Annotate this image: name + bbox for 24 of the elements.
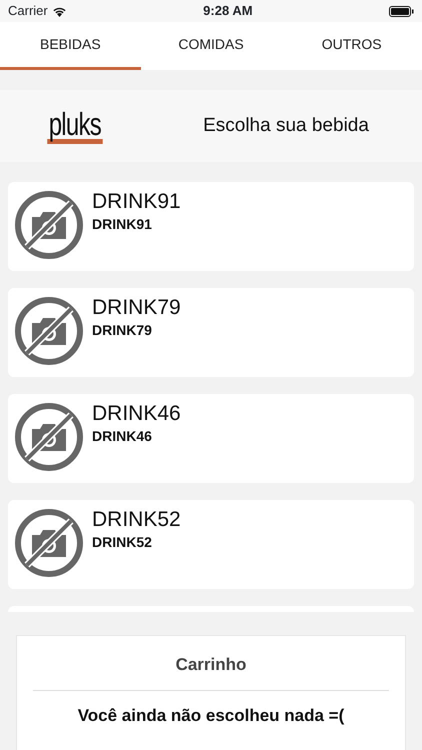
product-name: DRINK46 <box>92 402 181 426</box>
product-subtitle: DRINK46 <box>92 427 153 446</box>
product-card[interactable]: DRINK79 DRINK79 <box>8 288 414 377</box>
product-name: DRINK79 <box>92 296 181 320</box>
no-photo-icon <box>14 402 84 472</box>
product-subtitle: DRINK79 <box>92 321 153 340</box>
no-photo-icon <box>14 296 84 366</box>
no-photo-icon <box>14 508 84 578</box>
product-card[interactable]: DRINK52 DRINK52 <box>8 500 414 589</box>
logo: pluks <box>47 108 103 144</box>
battery-icon <box>388 6 414 16</box>
cart-title: Carrinho <box>174 654 248 676</box>
page-title: Escolha sua bebida <box>203 114 369 136</box>
no-photo-icon <box>14 190 84 260</box>
cart-message: Você ainda não escolheu nada =( <box>76 704 346 726</box>
product-subtitle: DRINK52 <box>92 533 153 552</box>
product-card[interactable]: DRINK91 DRINK91 <box>8 182 414 271</box>
carrier-label: Carrier <box>8 2 48 20</box>
product-card[interactable]: DRINK46 DRINK46 <box>8 394 414 483</box>
wifi-icon <box>52 6 67 16</box>
product-subtitle: DRINK91 <box>92 215 153 234</box>
product-name: DRINK91 <box>92 190 181 214</box>
product-name: DRINK52 <box>92 508 181 532</box>
time-label: 9:28 AM <box>203 2 253 20</box>
